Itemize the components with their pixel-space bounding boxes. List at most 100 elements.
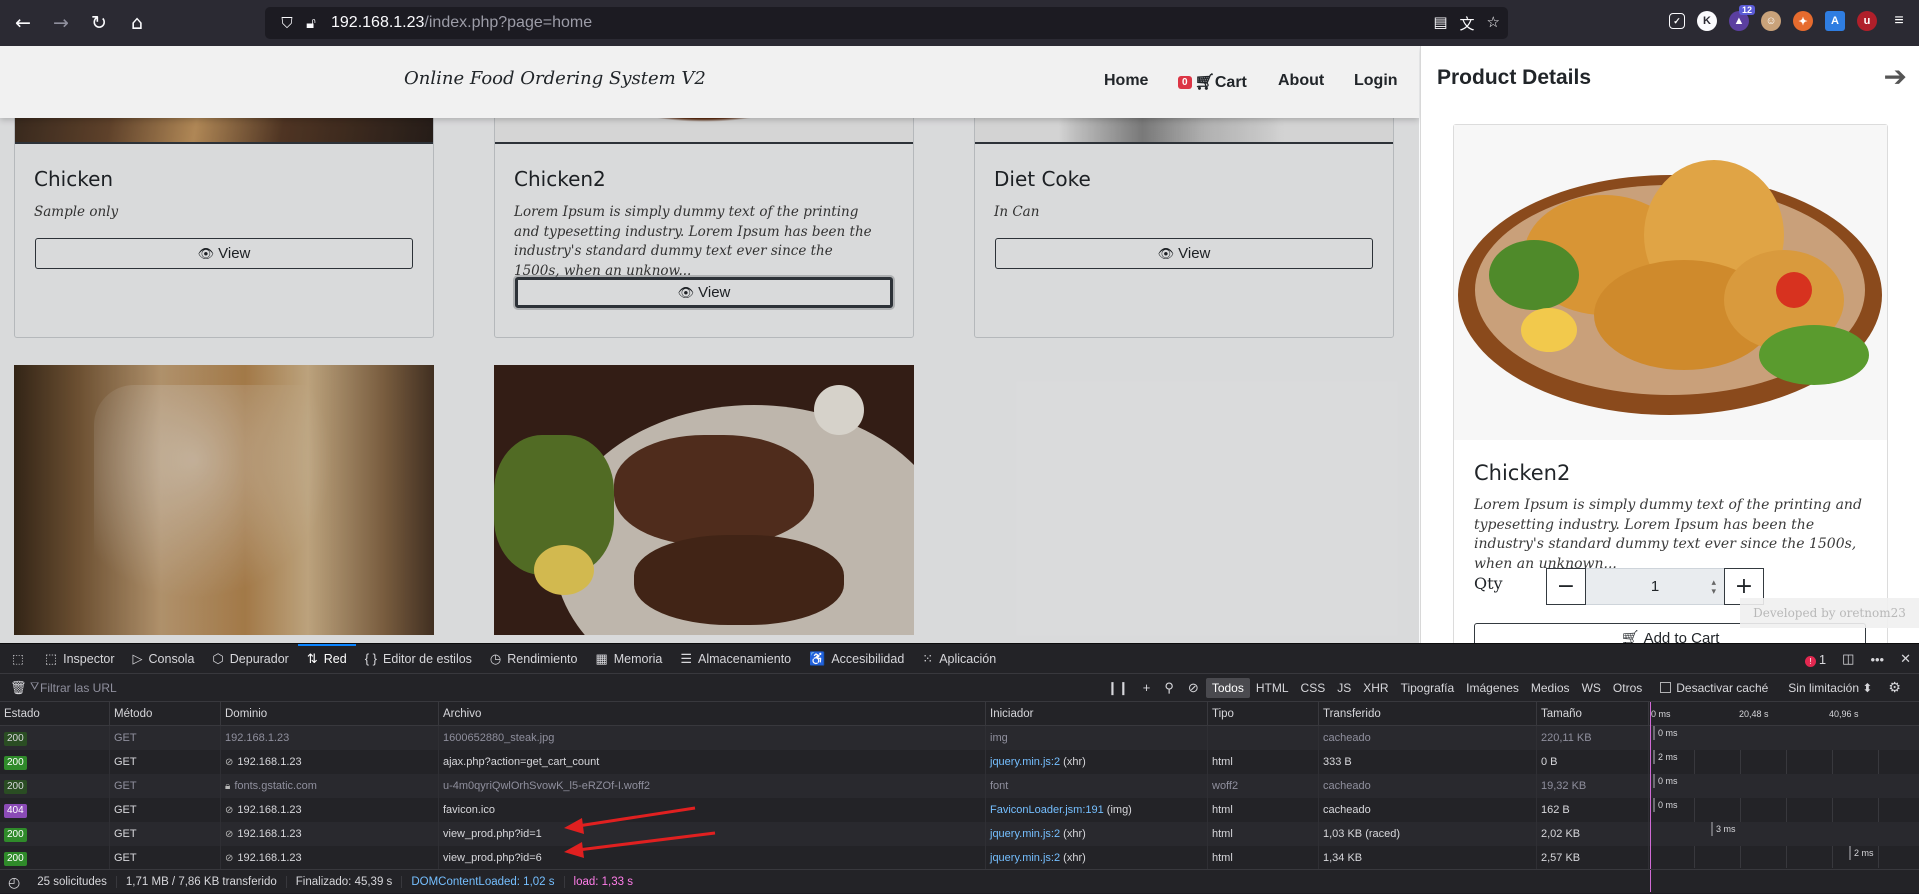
pause-icon[interactable]: ❙❙ xyxy=(1107,680,1129,696)
column-header[interactable]: Estado xyxy=(0,702,110,726)
ublock-origin-extension-icon[interactable]: ▲ 12 xyxy=(1729,5,1755,31)
filter-js[interactable]: JS xyxy=(1331,678,1357,698)
column-header[interactable]: Dominio xyxy=(221,702,439,726)
qty-decrement-button[interactable]: − xyxy=(1546,568,1586,605)
request-file: ajax.php?action=get_cart_count xyxy=(439,750,986,774)
tab-inspector[interactable]: ⬚ Inspector xyxy=(36,644,124,674)
filter-css[interactable]: CSS xyxy=(1295,678,1332,698)
column-header[interactable]: Transferido xyxy=(1319,702,1537,726)
shield-icon[interactable]: ⛉ xyxy=(277,14,297,32)
filter-fonts[interactable]: Tipografía xyxy=(1395,678,1461,698)
url-bar[interactable]: ⛉ 🔓︎ 192.168.1.23/index.php?page=home ▤ … xyxy=(265,7,1508,39)
nav-cart[interactable]: 0 🛒︎Cart xyxy=(1178,72,1247,92)
trash-icon[interactable]: 🗑︎ xyxy=(10,680,27,696)
qty-label: Qty xyxy=(1474,574,1503,593)
iced-tea-image xyxy=(14,365,434,635)
tab-label: Rendimiento xyxy=(507,651,578,666)
spinner-icon[interactable]: ▴ ▾ xyxy=(1711,578,1716,596)
table-row[interactable]: 200 GET ⊘ 192.168.1.23 ajax.php?action=ge… xyxy=(0,750,1919,774)
tab-accessibility[interactable]: ♿ Accesibilidad xyxy=(800,644,913,674)
table-row[interactable]: 200 GET 192.168.1.23 1600652880_steak.jp… xyxy=(0,726,1919,750)
reload-icon[interactable]: ↻ xyxy=(82,6,116,40)
initiator-link[interactable]: FaviconLoader.jsm:191 xyxy=(990,804,1104,816)
request-domain: 192.168.1.23 xyxy=(237,828,302,840)
application-icon: ⁙ xyxy=(922,650,934,666)
table-row[interactable]: 200 GET ⊘ 192.168.1.23 view_prod.php?id=1… xyxy=(0,822,1919,846)
pick-element-icon[interactable]: ⬚ xyxy=(0,644,36,674)
bookmark-star-icon[interactable]: ☆ xyxy=(1487,13,1500,34)
initiator-link[interactable]: jquery.min.js:2 xyxy=(990,756,1060,768)
add-icon[interactable]: + xyxy=(1143,680,1151,695)
ublock-icon[interactable]: u xyxy=(1857,11,1877,31)
nav-home[interactable]: Home xyxy=(1104,72,1148,90)
more-options-icon[interactable]: ••• xyxy=(1870,652,1884,667)
performance-icon: ◷ xyxy=(489,650,502,666)
tab-console[interactable]: ▷ Consola xyxy=(124,644,204,674)
filter-images[interactable]: Imágenes xyxy=(1460,678,1525,698)
pocket-icon[interactable]: ✓ xyxy=(1669,13,1685,29)
tab-storage[interactable]: ☰ Almacenamiento xyxy=(671,644,800,674)
lock-icon[interactable]: 🔓︎ xyxy=(301,14,321,32)
forward-icon[interactable]: → xyxy=(44,6,78,40)
filter-xhr[interactable]: XHR xyxy=(1357,678,1394,698)
reader-view-icon[interactable]: ▤ xyxy=(1433,13,1447,34)
fox-extension-icon[interactable]: ✦ xyxy=(1793,11,1813,31)
arrow-right-icon[interactable]: ➔ xyxy=(1884,60,1907,93)
column-header[interactable]: Iniciador xyxy=(986,702,1208,726)
translate-extension-icon[interactable]: A xyxy=(1825,11,1845,31)
avatar-extension-icon[interactable]: ☺ xyxy=(1761,11,1781,31)
home-icon[interactable]: ⌂ xyxy=(120,6,154,40)
steak-shape xyxy=(634,535,844,625)
initiator-link[interactable]: jquery.min.js:2 xyxy=(990,852,1060,864)
filter-all[interactable]: Todos xyxy=(1205,677,1250,698)
url-text[interactable]: 192.168.1.23/index.php?page=home xyxy=(331,14,592,32)
table-row[interactable]: 404 GET ⊘ 192.168.1.23 favicon.ico Favico… xyxy=(0,798,1919,822)
initiator-link[interactable]: jquery.min.js:2 xyxy=(990,828,1060,840)
block-icon[interactable]: ⊘ xyxy=(1188,680,1199,696)
table-row[interactable]: 200 GET 🔒︎ fonts.gstatic.com u-4m0qyriQwl… xyxy=(0,774,1919,798)
nav-login[interactable]: Login xyxy=(1354,72,1398,90)
tab-application[interactable]: ⁙ Aplicación xyxy=(913,644,1005,674)
console-icon: ▷ xyxy=(132,650,143,666)
timeline-tick: 40,96 s xyxy=(1829,709,1859,719)
settings-gear-icon[interactable]: ⚙ xyxy=(1888,679,1901,696)
view-button[interactable]: 👁︎ View xyxy=(515,277,893,308)
throttle-select[interactable]: Sin limitación ⬍ xyxy=(1788,681,1872,695)
qty-input[interactable]: 1 ▴ ▾ xyxy=(1586,568,1724,605)
filter-html[interactable]: HTML xyxy=(1250,678,1295,698)
nav-about[interactable]: About xyxy=(1278,72,1324,90)
column-header[interactable]: Tamaño xyxy=(1537,702,1649,726)
column-header[interactable]: Tipo xyxy=(1208,702,1319,726)
dock-icon[interactable]: ◫ xyxy=(1842,651,1854,667)
url-filter-input[interactable]: Filtrar las URL xyxy=(40,681,1100,695)
filter-other[interactable]: Otros xyxy=(1607,678,1648,698)
menu-icon[interactable]: ≡ xyxy=(1889,11,1909,31)
error-counter[interactable]: ! 1 xyxy=(1804,652,1826,667)
search-icon[interactable]: ⚲ xyxy=(1164,680,1174,696)
tab-style-editor[interactable]: { } Editor de estilos xyxy=(356,644,481,674)
translate-icon[interactable]: 文 xyxy=(1460,13,1475,34)
product-description: Lorem Ipsum is simply dummy text of the … xyxy=(514,204,872,279)
request-type xyxy=(1208,726,1319,750)
table-row[interactable]: 200 GET ⊘ 192.168.1.23 view_prod.php?id=6… xyxy=(0,846,1919,870)
checkbox[interactable] xyxy=(1660,682,1672,693)
tab-label: Almacenamiento xyxy=(698,651,792,666)
filter-ws[interactable]: WS xyxy=(1576,678,1607,698)
column-header[interactable]: Archivo xyxy=(439,702,986,726)
eye-icon: 👁︎ xyxy=(1157,245,1175,261)
disable-cache-toggle[interactable]: Desactivar caché xyxy=(1660,681,1768,695)
view-button[interactable]: 👁︎ View xyxy=(995,238,1373,269)
view-button[interactable]: 👁︎ View xyxy=(35,238,413,269)
tab-performance[interactable]: ◷ Rendimiento xyxy=(481,644,587,674)
tab-debugger[interactable]: ⬡ Depurador xyxy=(203,644,297,674)
tab-network[interactable]: ⇅ Red xyxy=(297,643,356,674)
debugger-icon: ⬡ xyxy=(212,650,224,666)
filter-media[interactable]: Medios xyxy=(1525,678,1576,698)
error-icon: ! xyxy=(1804,655,1816,667)
column-header[interactable]: Método xyxy=(110,702,221,726)
site-brand[interactable]: Online Food Ordering System V2 xyxy=(404,68,706,89)
close-icon[interactable]: ✕ xyxy=(1900,651,1911,667)
tab-memory[interactable]: ▦ Memoria xyxy=(586,644,671,674)
back-icon[interactable]: ← xyxy=(6,6,40,40)
k-extension-icon[interactable]: K xyxy=(1697,11,1717,31)
